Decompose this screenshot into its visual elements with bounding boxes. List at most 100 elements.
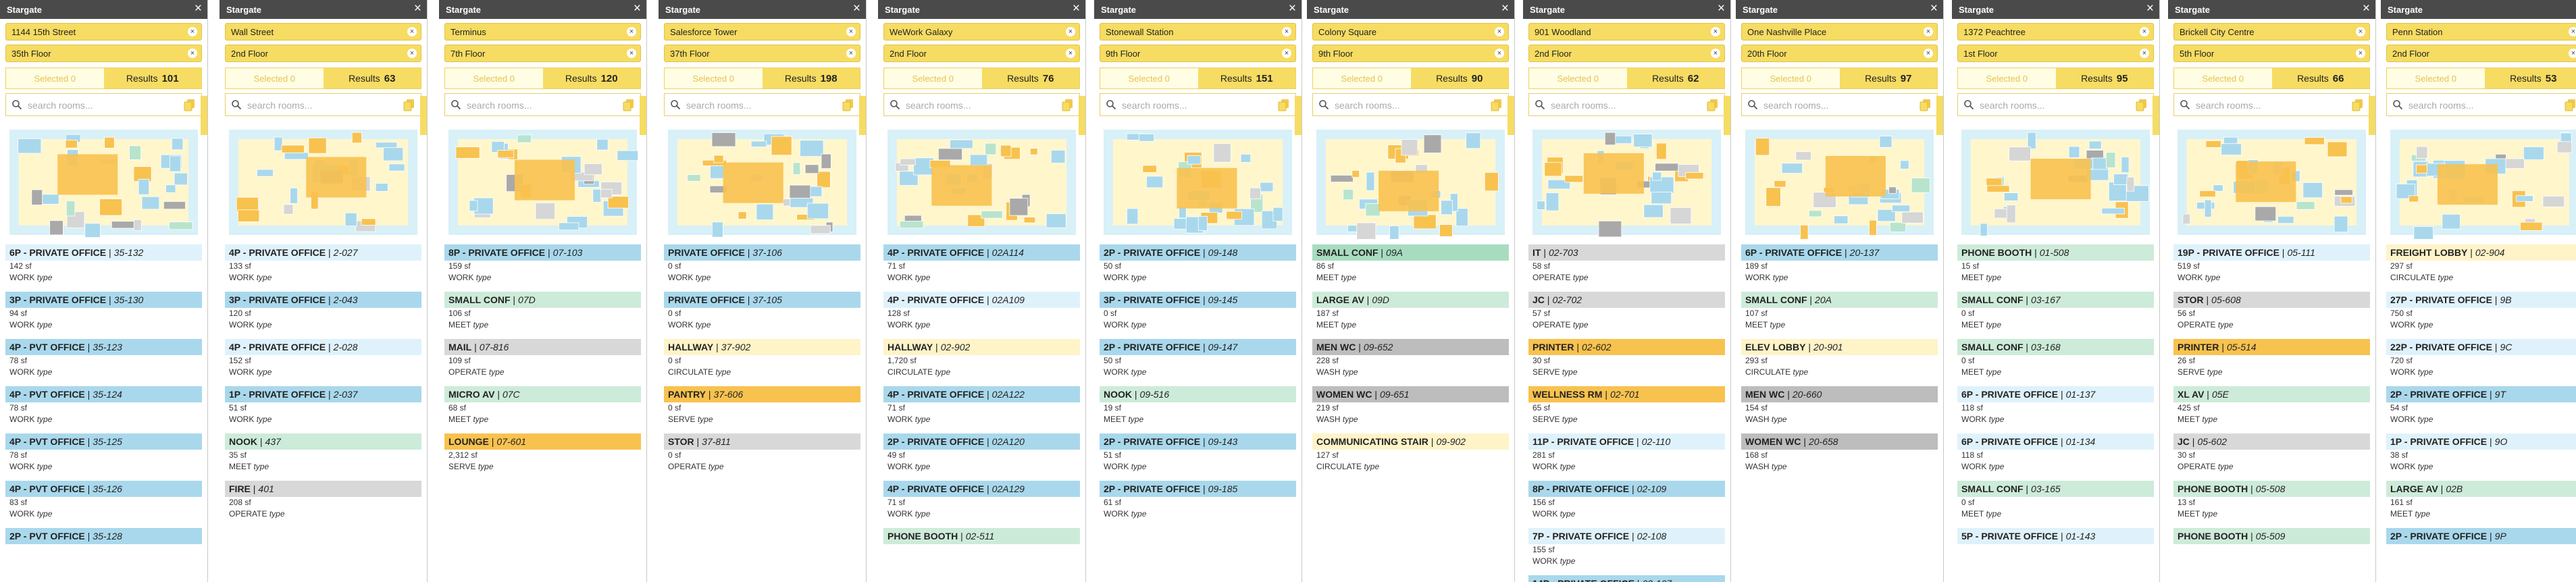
floor-plan-map[interactable] (665, 126, 859, 239)
tab-results[interactable]: Results 66 (2271, 68, 2369, 88)
room-list-item[interactable]: PHONE BOOTH | 05-509 (2173, 528, 2370, 544)
search-input[interactable] (246, 98, 384, 113)
copy-icon[interactable] (2350, 97, 2365, 112)
room-list-item[interactable]: MICRO AV | 07C 68 sf MEET type (444, 386, 641, 425)
close-icon[interactable]: × (1073, 2, 1080, 16)
chip-close-icon[interactable]: × (2569, 27, 2576, 36)
room-list-item[interactable]: PRIVATE OFFICE | 37-105 0 sf WORK type (664, 292, 860, 331)
floor-filter-chip[interactable]: 2nd Floor × (883, 45, 1080, 62)
search-input[interactable] (1333, 98, 1471, 113)
room-list-item[interactable]: WOMEN WC | 20-658 168 sf WASH type (1741, 433, 1938, 473)
building-filter-chip[interactable]: Salesforce Tower × (664, 23, 860, 41)
tab-results[interactable]: Results 62 (1626, 68, 1724, 88)
tab-results[interactable]: Results 76 (981, 68, 1079, 88)
room-list-item[interactable]: 4P - PVT OFFICE | 35-126 83 sf WORK type (5, 481, 202, 520)
room-list-item[interactable]: 4P - PVT OFFICE | 35-124 78 sf WORK type (5, 386, 202, 425)
search-input[interactable] (1978, 98, 2116, 113)
tab-results[interactable]: Results 101 (103, 68, 201, 88)
copy-icon[interactable] (402, 97, 417, 112)
room-list-item[interactable]: PHONE BOOTH | 02-511 (883, 528, 1080, 544)
tab-results[interactable]: Results 120 (542, 68, 640, 88)
room-list-item[interactable]: 4P - PRIVATE OFFICE | 02A109 128 sf WORK… (883, 292, 1080, 331)
room-list-item[interactable]: 6P - PRIVATE OFFICE | 35-132 142 sf WORK… (5, 244, 202, 284)
close-icon[interactable]: × (853, 2, 860, 16)
tab-selected[interactable]: Selected 0 (665, 68, 763, 88)
room-list-item[interactable]: HALLWAY | 02-902 1,720 sf CIRCULATE type (883, 339, 1080, 378)
room-list-item[interactable]: MAIL | 07-816 109 sf OPERATE type (444, 339, 641, 378)
chip-close-icon[interactable]: × (1066, 27, 1075, 36)
room-list-item[interactable]: STOR | 37-811 0 sf OPERATE type (664, 433, 860, 473)
room-list-item[interactable]: ELEV LOBBY | 20-901 293 sf CIRCULATE typ… (1741, 339, 1938, 378)
floor-plan-map[interactable] (1101, 126, 1295, 239)
scrollbar-handle[interactable] (1295, 96, 1302, 135)
building-filter-chip[interactable]: Stonewall Station × (1100, 23, 1296, 41)
search-input[interactable] (26, 98, 164, 113)
building-filter-chip[interactable]: Penn Station × (2386, 23, 2576, 41)
building-filter-chip[interactable]: Terminus × (444, 23, 641, 41)
floor-filter-chip[interactable]: 7th Floor × (444, 45, 641, 62)
room-list-item[interactable]: 5P - PRIVATE OFFICE | 01-143 (1957, 528, 2154, 544)
room-list-item[interactable]: 4P - PRIVATE OFFICE | 02A122 71 sf WORK … (883, 386, 1080, 425)
room-list-item[interactable]: 4P - PRIVATE OFFICE | 02A129 71 sf WORK … (883, 481, 1080, 520)
chip-close-icon[interactable]: × (2569, 49, 2576, 58)
room-list-item[interactable]: NOOK | 09-516 19 sf MEET type (1100, 386, 1296, 425)
room-list-item[interactable]: 3P - PRIVATE OFFICE | 2-043 120 sf WORK … (225, 292, 421, 331)
room-list-item[interactable]: 2P - PRIVATE OFFICE | 02A120 49 sf WORK … (883, 433, 1080, 473)
chip-close-icon[interactable]: × (627, 49, 636, 58)
room-list-item[interactable]: 2P - PRIVATE OFFICE | 09-185 61 sf WORK … (1100, 481, 1296, 520)
chip-close-icon[interactable]: × (407, 49, 417, 58)
room-list-item[interactable]: PRINTER | 02-602 30 sf SERVE type (1528, 339, 1725, 378)
tab-results[interactable]: Results 90 (1410, 68, 1508, 88)
room-list-item[interactable]: LARGE AV | 09D 187 sf MEET type (1312, 292, 1509, 331)
building-filter-chip[interactable]: WeWork Galaxy × (883, 23, 1080, 41)
building-filter-chip[interactable]: 1372 Peachtree × (1957, 23, 2154, 41)
building-filter-chip[interactable]: Brickell City Centre × (2173, 23, 2370, 41)
close-icon[interactable]: × (1718, 2, 1725, 16)
chip-close-icon[interactable]: × (2356, 49, 2365, 58)
tab-selected[interactable]: Selected 0 (226, 68, 324, 88)
floor-filter-chip[interactable]: 35th Floor × (5, 45, 202, 62)
room-list-item[interactable]: 6P - PRIVATE OFFICE | 20-137 189 sf WORK… (1741, 244, 1938, 284)
chip-close-icon[interactable]: × (188, 27, 197, 36)
room-list-item[interactable]: WOMEN WC | 09-651 219 sf WASH type (1312, 386, 1509, 425)
close-icon[interactable]: × (2146, 2, 2154, 16)
room-list-item[interactable]: 6P - PRIVATE OFFICE | 01-134 118 sf WORK… (1957, 433, 2154, 473)
search-input[interactable] (1762, 98, 1900, 113)
floor-filter-chip[interactable]: 5th Floor × (2173, 45, 2370, 62)
close-icon[interactable]: × (414, 2, 421, 16)
close-icon[interactable]: × (195, 2, 202, 16)
tab-results[interactable]: Results 151 (1197, 68, 1295, 88)
room-list-item[interactable]: 14P - PRIVATE OFFICE | 02-107 (1528, 575, 1725, 582)
room-list-item[interactable]: JC | 02-702 57 sf OPERATE type (1528, 292, 1725, 331)
room-list-item[interactable]: 8P - PRIVATE OFFICE | 07-103 159 sf WORK… (444, 244, 641, 284)
scrollbar-handle[interactable] (2369, 96, 2375, 135)
tab-selected[interactable]: Selected 0 (1529, 68, 1627, 88)
search-input[interactable] (1120, 98, 1258, 113)
room-list-item[interactable]: SMALL CONF | 09A 86 sf MEET type (1312, 244, 1509, 284)
room-list-item[interactable]: 2P - PVT OFFICE | 35-128 (5, 528, 202, 544)
scrollbar-handle[interactable] (859, 96, 866, 135)
tab-selected[interactable]: Selected 0 (1958, 68, 2056, 88)
copy-icon[interactable] (841, 97, 856, 112)
floor-filter-chip[interactable]: 2nd Floor × (2386, 45, 2576, 62)
room-list-item[interactable]: SMALL CONF | 03-168 0 sf MEET type (1957, 339, 2154, 378)
chip-close-icon[interactable]: × (1282, 27, 1291, 36)
tab-selected[interactable]: Selected 0 (6, 68, 104, 88)
room-list-item[interactable]: 2P - PRIVATE OFFICE | 09-148 50 sf WORK … (1100, 244, 1296, 284)
room-list-item[interactable]: 7P - PRIVATE OFFICE | 02-108 155 sf WORK… (1528, 528, 1725, 567)
room-list-item[interactable]: PRINTER | 05-514 26 sf SERVE type (2173, 339, 2370, 378)
floor-plan-map[interactable] (885, 126, 1079, 239)
room-list-item[interactable]: PHONE BOOTH | 01-508 15 sf MEET type (1957, 244, 2154, 284)
close-icon[interactable]: × (634, 2, 641, 16)
room-list-item[interactable]: COMMUNICATING STAIR | 09-902 127 sf CIRC… (1312, 433, 1509, 473)
copy-icon[interactable] (182, 97, 197, 112)
floor-filter-chip[interactable]: 20th Floor × (1741, 45, 1938, 62)
close-icon[interactable]: × (1289, 2, 1296, 16)
tab-selected[interactable]: Selected 0 (1313, 68, 1411, 88)
copy-icon[interactable] (1060, 97, 1075, 112)
copy-icon[interactable] (2563, 97, 2576, 112)
scrollbar-handle[interactable] (640, 96, 646, 135)
copy-icon[interactable] (1918, 97, 1933, 112)
floor-plan-map[interactable] (2388, 126, 2576, 244)
copy-icon[interactable] (1705, 97, 1720, 112)
